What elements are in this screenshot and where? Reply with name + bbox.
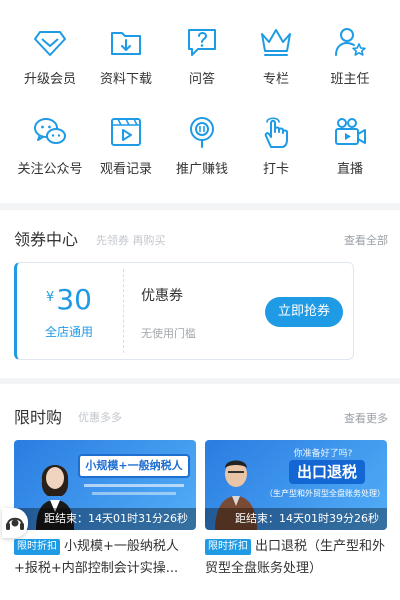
grid-item-label: 问答 [188, 72, 215, 87]
banner-line [84, 484, 184, 487]
banner-line [92, 492, 176, 495]
banner-subtitle: （生产型和外贸型全盘账务处理） [265, 489, 385, 498]
grid-item-column[interactable]: 专栏 [236, 24, 316, 87]
discount-badge: 限时折扣 [14, 539, 60, 555]
grid-item-label: 资料下载 [99, 72, 152, 87]
grid-item-label: 班主任 [330, 72, 370, 87]
video-play-icon [111, 118, 141, 146]
coupon-value: 30 [56, 283, 92, 316]
countdown-timer: 距结束：14天01时39分26秒 [205, 508, 387, 530]
course-banner: 你准备好了吗? 出口退税 （生产型和外贸型全盘账务处理） 距结束：14天01时3… [205, 440, 387, 530]
section-title: 领券中心 [14, 230, 79, 249]
banner-title: 出口退税 [289, 460, 365, 484]
flash-sale-section: 限时购 优惠多多 查看更多 小规模+一般纳税人 距结束：14天01时31分26秒… [0, 384, 400, 600]
quick-entry-grid: 升级会员 资料下载 问答 专栏 班主任 关注公众号 观看记录 推广赚钱 打卡 直… [0, 0, 400, 203]
discount-badge: 限时折扣 [205, 539, 251, 555]
headset-icon [6, 517, 24, 530]
folder-download-icon [111, 32, 141, 55]
view-more-link[interactable]: 查看更多 [344, 410, 388, 426]
hand-tap-icon [264, 117, 288, 148]
currency-symbol: ¥ [46, 290, 55, 305]
banner-caption: 你准备好了吗? [293, 449, 353, 459]
grid-item-history[interactable]: 观看记录 [86, 114, 166, 177]
grid-item-promote[interactable]: 推广赚钱 [162, 114, 242, 177]
grid-item-label: 关注公众号 [17, 162, 83, 177]
grid-item-label: 打卡 [262, 162, 289, 177]
grid-item-qa[interactable]: 问答 [162, 24, 242, 87]
coupon-condition: 无使用门槛 [141, 327, 196, 340]
coupon-amount: ¥30 [17, 283, 121, 316]
view-all-link[interactable]: 查看全部 [344, 232, 388, 248]
coupon-center-section: 领券中心 先领券 再购买 查看全部 ¥30 全店通用 优惠券 无使用门槛 立即抢… [0, 210, 400, 378]
coin-icon [190, 117, 214, 148]
section-subtitle: 优惠多多 [78, 411, 122, 424]
grid-item-vip[interactable]: 升级会员 [10, 24, 90, 87]
question-chat-icon [188, 29, 216, 56]
grid-item-label: 专栏 [262, 72, 289, 87]
grid-item-teacher[interactable]: 班主任 [310, 24, 390, 87]
countdown-timer: 距结束：14天01时31分26秒 [14, 508, 196, 530]
banner-title: 小规模+一般纳税人 [78, 454, 190, 478]
user-star-icon [335, 28, 366, 56]
course-title: 限时折扣 出口退税（生产型和外贸型全盘账务处理） [205, 536, 387, 580]
grid-item-download[interactable]: 资料下载 [86, 24, 166, 87]
course-card[interactable]: 你准备好了吗? 出口退税 （生产型和外贸型全盘账务处理） 距结束：14天01时3… [205, 440, 387, 580]
grid-item-wechat[interactable]: 关注公众号 [10, 114, 90, 177]
crown-icon [261, 29, 291, 56]
coupon-divider [123, 269, 124, 353]
course-banner: 小规模+一般纳税人 距结束：14天01时31分26秒 [14, 440, 196, 530]
camera-icon [335, 118, 366, 145]
section-title: 限时购 [14, 408, 63, 427]
wechat-icon [34, 118, 66, 144]
customer-service-button[interactable] [2, 508, 28, 538]
section-subtitle: 先领券 再购买 [96, 234, 166, 247]
grid-item-label: 观看记录 [99, 162, 152, 177]
grid-item-label: 推广赚钱 [175, 162, 228, 177]
course-title: 限时折扣 小规模+一般纳税人+报税+内部控制会计实操... [14, 536, 196, 580]
course-card[interactable]: 小规模+一般纳税人 距结束：14天01时31分26秒 限时折扣 小规模+一般纳税人… [14, 440, 196, 580]
grid-item-live[interactable]: 直播 [310, 114, 390, 177]
coupon-scope: 全店通用 [44, 325, 93, 339]
grid-item-label: 直播 [336, 162, 363, 177]
grid-item-label: 升级会员 [23, 72, 76, 87]
grid-item-checkin[interactable]: 打卡 [236, 114, 316, 177]
coupon-name: 优惠券 [141, 288, 183, 304]
claim-coupon-button[interactable]: 立即抢券 [265, 297, 343, 327]
coupon-card: ¥30 全店通用 优惠券 无使用门槛 立即抢券 [14, 262, 354, 360]
diamond-icon [34, 31, 66, 56]
